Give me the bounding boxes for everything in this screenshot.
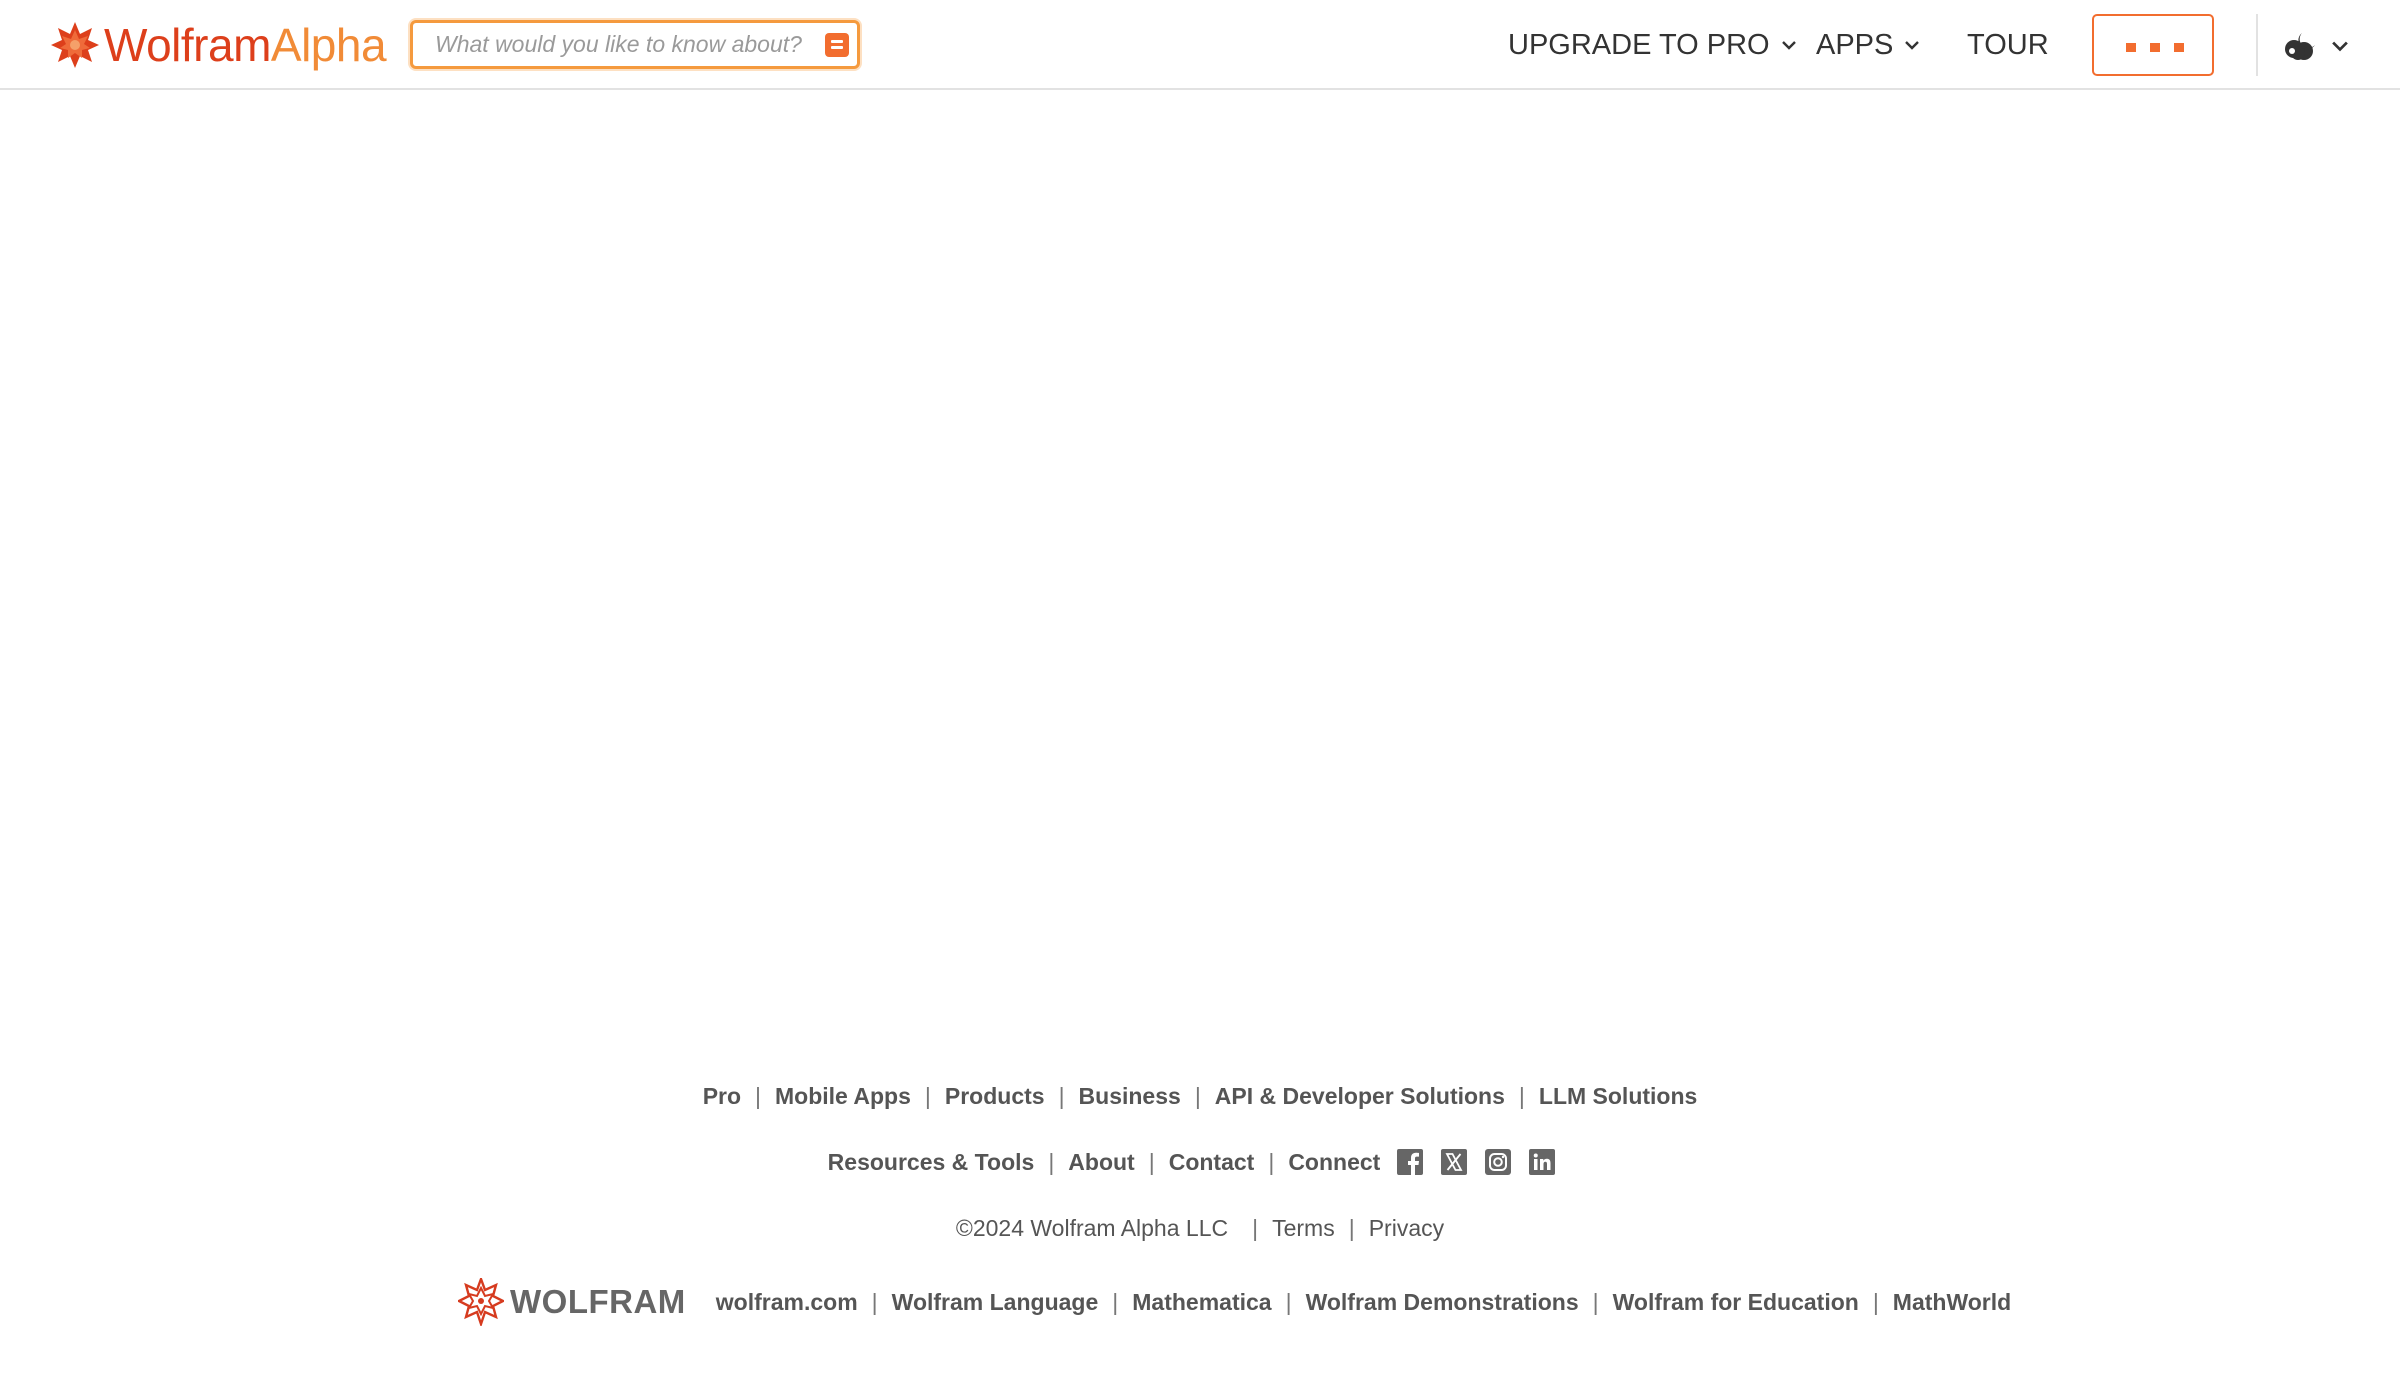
chevron-down-icon <box>1781 41 1796 50</box>
nav-upgrade-to-pro[interactable]: UPGRADE TO PRO <box>1508 0 1796 90</box>
nav-tour[interactable]: TOUR <box>1967 0 2049 90</box>
logo-text-wolfram: Wolfram <box>104 19 271 71</box>
footer-link-wolfram-com[interactable]: wolfram.com <box>716 1289 858 1316</box>
footer-link-privacy[interactable]: Privacy <box>1369 1215 1444 1242</box>
facebook-icon[interactable] <box>1396 1148 1424 1176</box>
wolfram-spikey-icon <box>458 1278 504 1326</box>
wolfram-spikey-icon <box>51 22 99 68</box>
footer-link-products[interactable]: Products <box>945 1083 1045 1110</box>
footer-link-wolfram-language[interactable]: Wolfram Language <box>892 1289 1099 1316</box>
nav-apps[interactable]: APPS <box>1816 0 1920 90</box>
search-input[interactable] <box>413 23 815 66</box>
footer-link-business[interactable]: Business <box>1079 1083 1181 1110</box>
footer-link-api-developer[interactable]: API & Developer Solutions <box>1215 1083 1505 1110</box>
social-links <box>1396 1148 1572 1176</box>
chevron-down-icon <box>1905 41 1920 50</box>
chevron-down-icon <box>2332 41 2348 52</box>
search-submit-icon[interactable] <box>825 33 849 57</box>
wolfram-logo-text: WOLFRAM <box>510 1283 686 1320</box>
instagram-icon[interactable] <box>1484 1148 1512 1176</box>
theme-toggle-icon <box>2285 33 2315 60</box>
footer-link-mobile-apps[interactable]: Mobile Apps <box>775 1083 911 1110</box>
footer-link-wolfram-demonstrations[interactable]: Wolfram Demonstrations <box>1306 1289 1579 1316</box>
wolfram-logo[interactable]: WOLFRAM <box>458 1278 686 1326</box>
footer-link-contact[interactable]: Contact <box>1169 1149 1255 1176</box>
footer-link-llm-solutions[interactable]: LLM Solutions <box>1539 1083 1697 1110</box>
footer-link-wolfram-for-education[interactable]: Wolfram for Education <box>1613 1289 1859 1316</box>
footer-wolfram-sites: WOLFRAM wolfram.com | Wolfram Language | M… <box>458 1278 2011 1326</box>
footer-link-mathematica[interactable]: Mathematica <box>1132 1289 1271 1316</box>
footer-link-pro[interactable]: Pro <box>703 1083 741 1110</box>
search-box <box>410 20 860 69</box>
footer-link-about[interactable]: About <box>1068 1149 1134 1176</box>
footer-links-primary: Pro | Mobile Apps | Products | Business | AP… <box>702 1082 1698 1110</box>
theme-toggle-button[interactable] <box>2282 26 2348 66</box>
footer-link-connect[interactable]: Connect <box>1288 1149 1380 1176</box>
nav-apps-label: APPS <box>1816 28 1894 61</box>
wolframalpha-logo[interactable]: WolframAlpha <box>50 18 387 72</box>
more-button[interactable] <box>2092 14 2214 76</box>
logo-text-alpha: Alpha <box>270 19 387 71</box>
copyright-text: ©2024 Wolfram Alpha LLC <box>955 1214 1229 1241</box>
footer-link-mathworld[interactable]: MathWorld <box>1893 1289 2011 1316</box>
header-divider <box>2256 14 2258 76</box>
footer-link-resources-tools[interactable]: Resources & Tools <box>828 1149 1035 1176</box>
linkedin-icon[interactable] <box>1528 1148 1556 1176</box>
footer-link-terms[interactable]: Terms <box>1272 1215 1335 1242</box>
x-icon[interactable] <box>1440 1148 1468 1176</box>
footer-legal: ©2024 Wolfram Alpha LLC | Terms | Privacy <box>955 1214 1445 1242</box>
nav-upgrade-label: UPGRADE TO PRO <box>1508 28 1770 61</box>
nav-tour-label: TOUR <box>1967 28 2049 61</box>
top-header: WolframAlpha UPGRADE TO PRO APPS TOUR <box>0 0 2400 90</box>
footer-links-secondary: Resources & Tools | About | Contact | Conne… <box>0 1145 2400 1179</box>
